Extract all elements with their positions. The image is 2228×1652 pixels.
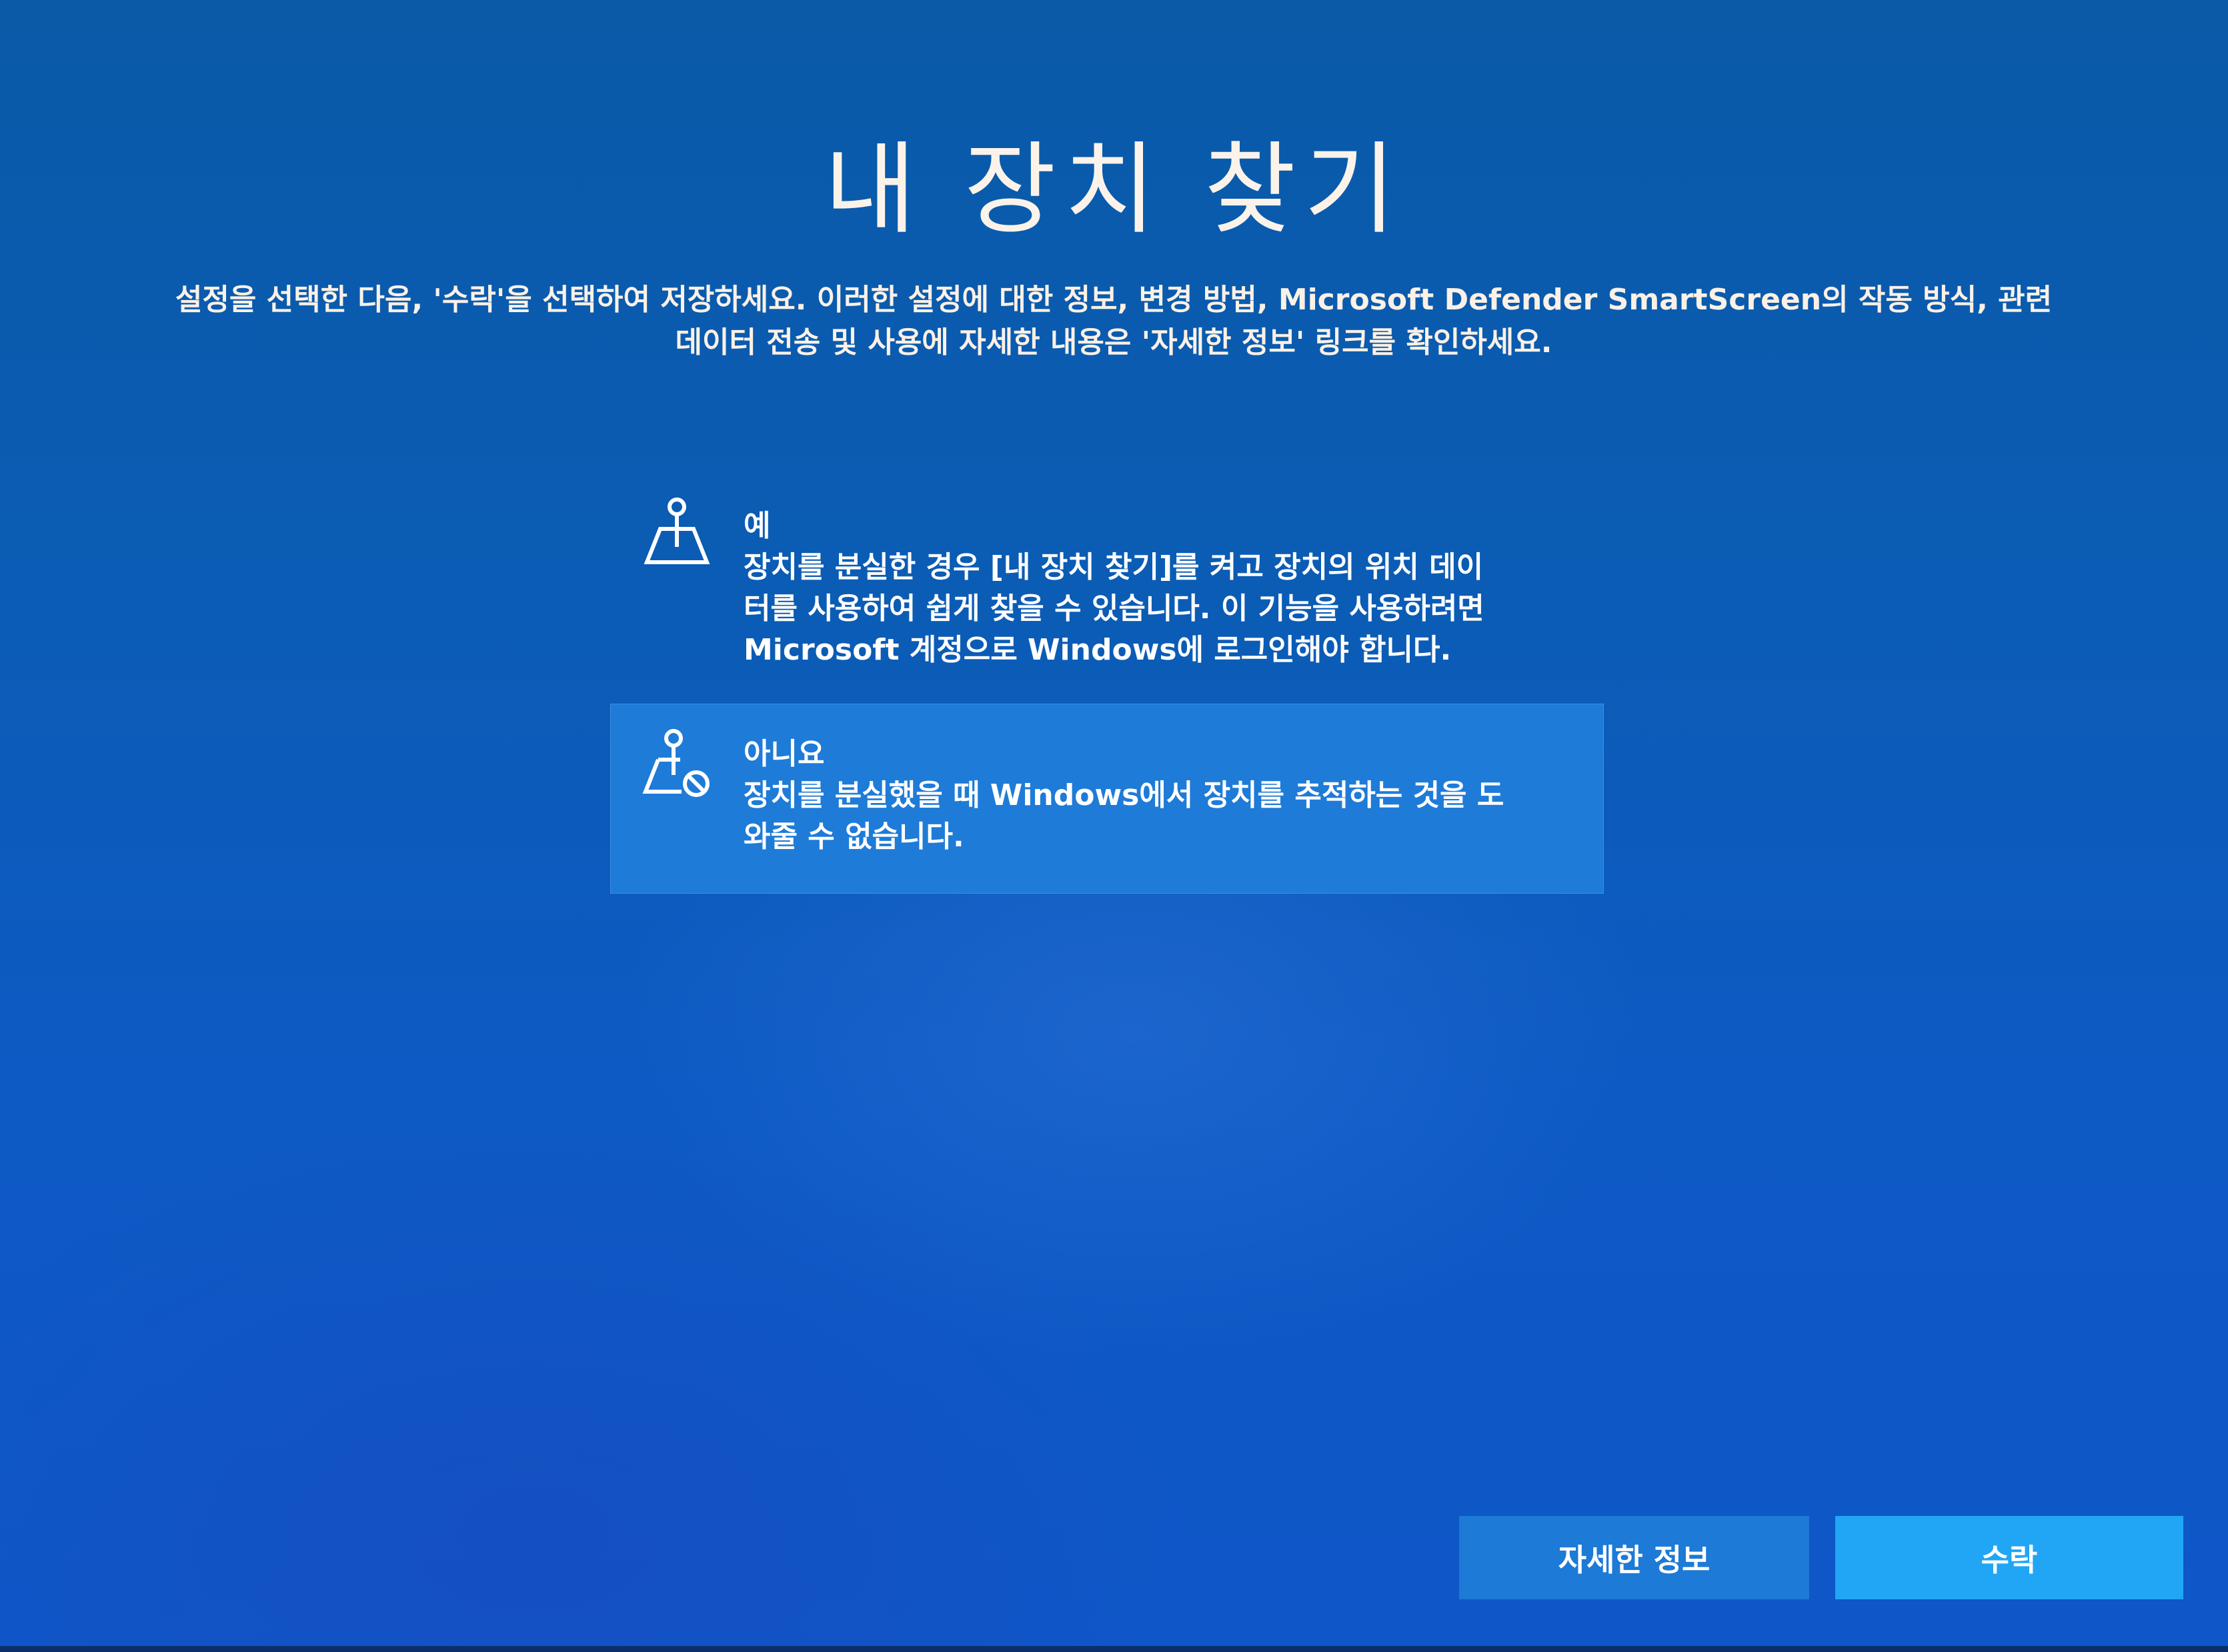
page-subtitle: 설정을 선택한 다음, '수락'을 선택하여 저장하세요. 이러한 설정에 대한… [175,283,2053,359]
accept-button[interactable]: 수락 [1835,1516,2183,1599]
location-pin-map-icon [644,498,710,564]
option-no-label: 아니요 [744,737,825,771]
oobe-screen: 내 장치 찾기 설정을 선택한 다음, '수락'을 선택하여 저장하세요. 이러… [0,0,2228,1652]
option-yes-label: 예 [744,509,771,543]
page-title: 내 장치 찾기 [824,132,1404,248]
option-no[interactable]: 아니요 장치를 분실했을 때 Windows에서 장치를 추적하는 것을 도 와… [610,704,1604,894]
location-pin-blocked-icon [642,729,710,797]
option-yes[interactable]: 예 장치를 분실한 경우 [내 장치 찾기]를 켜고 장치의 위치 데이 터를 … [610,479,1604,679]
option-yes-description: 장치를 분실한 경우 [내 장치 찾기]를 켜고 장치의 위치 데이 터를 사용… [744,550,1484,667]
screen-bottom-edge [0,1646,2228,1652]
option-no-description: 장치를 분실했을 때 Windows에서 장치를 추적하는 것을 도 와줄 수 … [744,778,1504,854]
learn-more-button[interactable]: 자세한 정보 [1459,1516,1809,1599]
